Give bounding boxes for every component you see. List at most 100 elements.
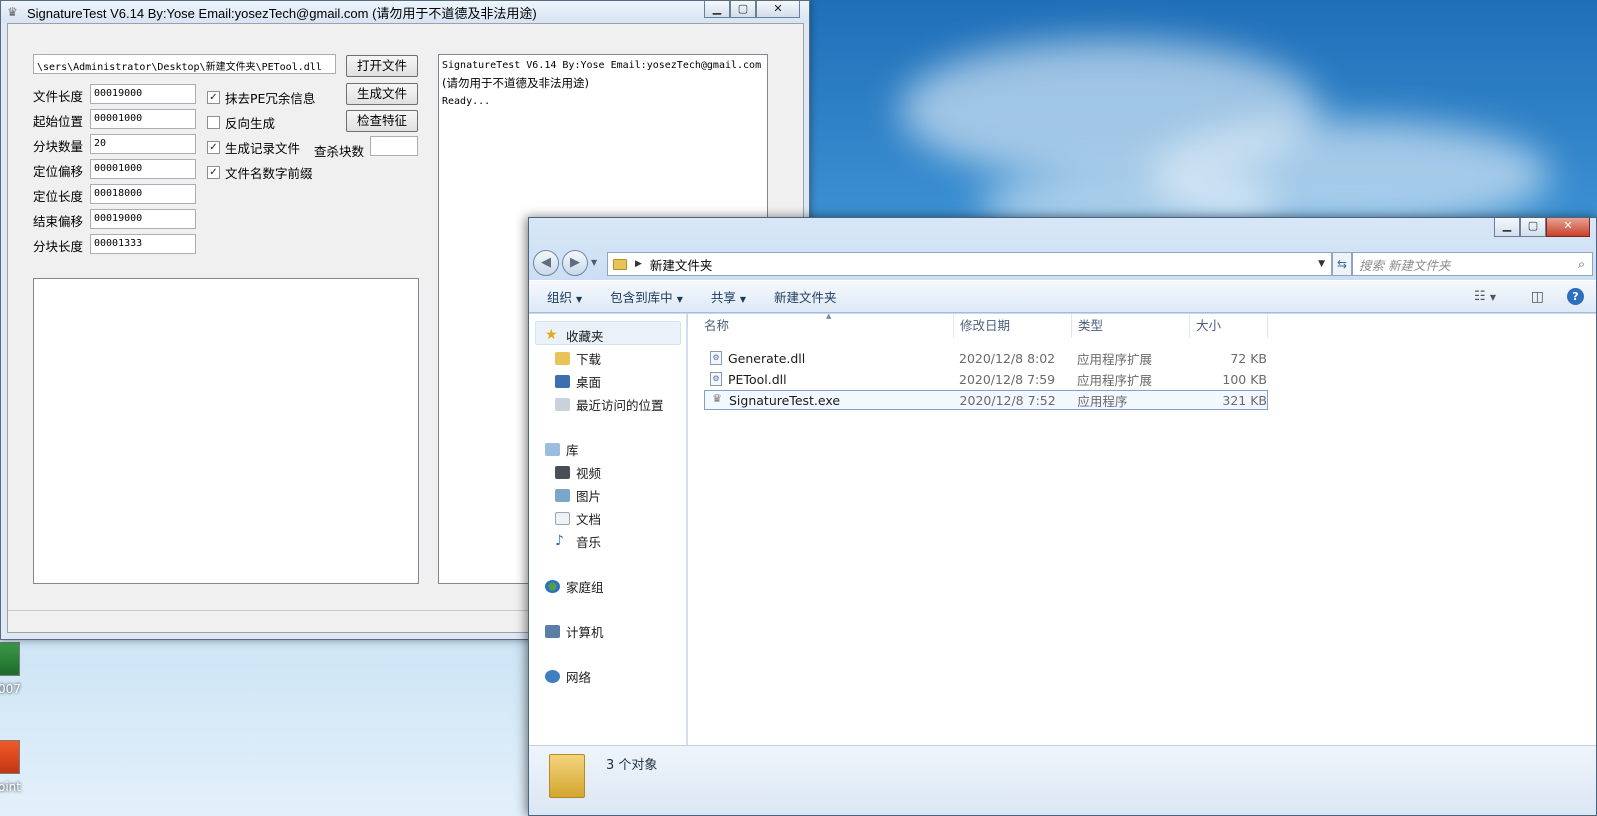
share-menu[interactable]: 共享 ▼ <box>711 287 746 306</box>
kill-blocks-input[interactable] <box>370 136 418 156</box>
chevron-down-icon: ▼ <box>576 295 583 304</box>
new-folder-button[interactable]: 新建文件夹 <box>774 287 837 306</box>
address-dropdown-icon[interactable]: ▼ <box>1318 259 1325 269</box>
maximize-button[interactable]: ▢ <box>730 1 756 18</box>
menu-label: 共享 <box>710 290 736 305</box>
nav-label: 最近访问的位置 <box>576 398 664 413</box>
maximize-button[interactable]: ▢ <box>1520 218 1546 237</box>
close-button[interactable]: ✕ <box>756 1 800 18</box>
file-size: 321 KB <box>1222 392 1267 408</box>
field-label: 结束偏移 <box>33 214 84 229</box>
search-icon[interactable]: ⌕ <box>1578 256 1585 272</box>
nav-downloads[interactable]: 下载 <box>555 349 601 368</box>
log-line: Ready... <box>442 96 491 107</box>
title-bar[interactable]: ♛ SignatureTest V6.14 By:Yose Email:yose… <box>1 1 809 23</box>
preview-pane-icon[interactable]: ◫ <box>1531 289 1544 305</box>
nav-network[interactable]: 网络 <box>545 667 591 686</box>
refresh-button[interactable]: ⇆ <box>1332 252 1352 276</box>
generate-file-button[interactable]: 生成文件 <box>346 83 418 105</box>
checkbox-strip-pe[interactable]: ✓ 抹去PE冗余信息 <box>207 88 315 107</box>
forward-button[interactable]: ▶ <box>562 250 588 276</box>
check-signature-button[interactable]: 检查特征 <box>346 110 418 132</box>
powerpoint-icon <box>0 740 20 774</box>
nav-homegroup[interactable]: 家庭组 <box>545 577 604 596</box>
file-date: 2020/12/8 8:02 <box>959 350 1056 366</box>
close-button[interactable]: ✕ <box>1546 218 1590 237</box>
nav-desktop[interactable]: 桌面 <box>555 372 601 391</box>
nav-computer[interactable]: 计算机 <box>545 622 604 641</box>
navigation-pane: ★ 收藏夹 下载 桌面 最近访问的位置 库 视频 图片 文档 ♪ 音乐 家庭组 计算… <box>529 314 687 747</box>
block-count-input[interactable]: 20 <box>90 134 196 154</box>
explorer-frame[interactable]: ▁ ▢ ✕ ◀ ▶ ▼ ▶ 新建文件夹 ▼ ⇆ 搜索 新建文件夹 ⌕ 组织 ▼ 包… <box>529 218 1596 326</box>
recent-icon <box>555 398 570 411</box>
help-icon[interactable]: ? <box>1567 288 1584 305</box>
item-count: 3 个对象 <box>606 758 658 773</box>
column-header-date[interactable]: 修改日期 <box>954 314 1072 338</box>
address-bar[interactable]: ▶ 新建文件夹 ▼ <box>607 252 1332 276</box>
explorer-window: ▁ ▢ ✕ ◀ ▶ ▼ ▶ 新建文件夹 ▼ ⇆ 搜索 新建文件夹 ⌕ 组织 ▼ 包… <box>528 217 1597 816</box>
nav-label: 计算机 <box>566 625 604 640</box>
nav-libraries[interactable]: 库 <box>545 440 579 459</box>
app-crown-icon: ♛ <box>7 5 18 19</box>
nav-pictures[interactable]: 图片 <box>555 486 601 505</box>
breadcrumb[interactable]: 新建文件夹 <box>650 255 713 274</box>
file-date: 2020/12/8 7:59 <box>959 371 1056 387</box>
field-label: 定位偏移 <box>33 164 84 179</box>
file-type: 应用程序扩展 <box>1077 351 1153 367</box>
end-offset-input[interactable]: 00019000 <box>90 209 196 229</box>
locate-length-input[interactable]: 00018000 <box>90 184 196 204</box>
folder-large-icon <box>549 754 585 798</box>
field-label: 起始位置 <box>33 114 84 129</box>
command-bar: 组织 ▼ 包含到库中 ▼ 共享 ▼ 新建文件夹 ☷ ▼ ◫ ? <box>529 280 1596 313</box>
block-length-input[interactable]: 00001333 <box>90 234 196 254</box>
search-placeholder: 搜索 新建文件夹 <box>1359 257 1451 273</box>
table-row-selected[interactable]: ♛ SignatureTest.exe 2020/12/8 7:52 应用程序 3… <box>704 390 1268 410</box>
desktop-icon-powerpoint[interactable]: oint <box>0 740 34 794</box>
file-length-input[interactable]: 00019000 <box>90 84 196 104</box>
nav-label: 下载 <box>576 352 602 367</box>
nav-recent[interactable]: 最近访问的位置 <box>555 395 664 414</box>
music-icon: ♪ <box>555 533 564 549</box>
column-header-size[interactable]: 大小 <box>1190 314 1268 338</box>
nav-music[interactable]: ♪ 音乐 <box>555 532 601 551</box>
checkbox-log-file[interactable]: ✓ 生成记录文件 <box>207 138 300 157</box>
menu-label: 包含到库中 <box>610 290 673 305</box>
nav-documents[interactable]: 文档 <box>555 509 601 528</box>
back-button[interactable]: ◀ <box>533 250 559 276</box>
nav-label: 视频 <box>576 466 602 481</box>
nav-videos[interactable]: 视频 <box>555 463 601 482</box>
locate-offset-input[interactable]: 00001000 <box>90 159 196 179</box>
recent-pages-chevron-icon[interactable]: ▼ <box>591 258 597 267</box>
organize-menu[interactable]: 组织 ▼ <box>547 287 582 306</box>
minimize-button[interactable]: ▁ <box>1494 218 1520 237</box>
checkbox-number-prefix[interactable]: ✓ 文件名数字前缀 <box>207 163 313 182</box>
checkbox-label: 反向生成 <box>225 116 276 131</box>
file-date: 2020/12/8 7:52 <box>959 392 1056 408</box>
chevron-down-icon: ▼ <box>676 295 683 304</box>
log-line: SignatureTest V6.14 By:Yose Email:yosezT… <box>442 60 762 71</box>
refresh-icon: ⇆ <box>1336 257 1348 271</box>
table-row[interactable]: ⚙ Generate.dll 2020/12/8 8:02 应用程序扩展 72 K… <box>704 348 1268 368</box>
desktop-icon-label: 007 <box>0 682 21 696</box>
desktop-icon <box>555 375 570 388</box>
file-path-input[interactable]: \sers\Administrator\Desktop\新建文件夹\PETool… <box>33 54 336 74</box>
view-options-icon[interactable]: ☷ ▼ <box>1474 289 1496 304</box>
include-in-library-menu[interactable]: 包含到库中 ▼ <box>610 287 683 306</box>
breadcrumb-arrow-icon[interactable]: ▶ <box>635 259 642 269</box>
window-title: SignatureTest V6.14 By:Yose Email:yosezT… <box>27 5 537 21</box>
nav-label: 图片 <box>576 489 602 504</box>
search-input[interactable]: 搜索 新建文件夹 ⌕ <box>1352 252 1593 276</box>
minimize-button[interactable]: ▁ <box>704 1 730 18</box>
column-header-type[interactable]: 类型 <box>1072 314 1190 338</box>
desktop-icon-excel[interactable]: 007 <box>0 642 34 696</box>
table-row[interactable]: ⚙ PETool.dll 2020/12/8 7:59 应用程序扩展 100 KB <box>704 369 1268 389</box>
start-offset-input[interactable]: 00001000 <box>90 109 196 129</box>
file-list: 名称 ▲ 修改日期 类型 大小 ⚙ Generate.dll 2020/12/8 … <box>688 312 1596 747</box>
open-file-button[interactable]: 打开文件 <box>346 55 418 77</box>
chevron-down-icon: ▼ <box>739 295 747 304</box>
nav-favorites[interactable]: ★ 收藏夹 <box>545 326 604 345</box>
caption-buttons: ▁ ▢ ✕ <box>704 1 800 18</box>
checkbox-reverse[interactable]: 反向生成 <box>207 113 275 132</box>
block-list[interactable] <box>33 278 419 584</box>
forward-arrow-icon: ▶ <box>570 255 580 270</box>
